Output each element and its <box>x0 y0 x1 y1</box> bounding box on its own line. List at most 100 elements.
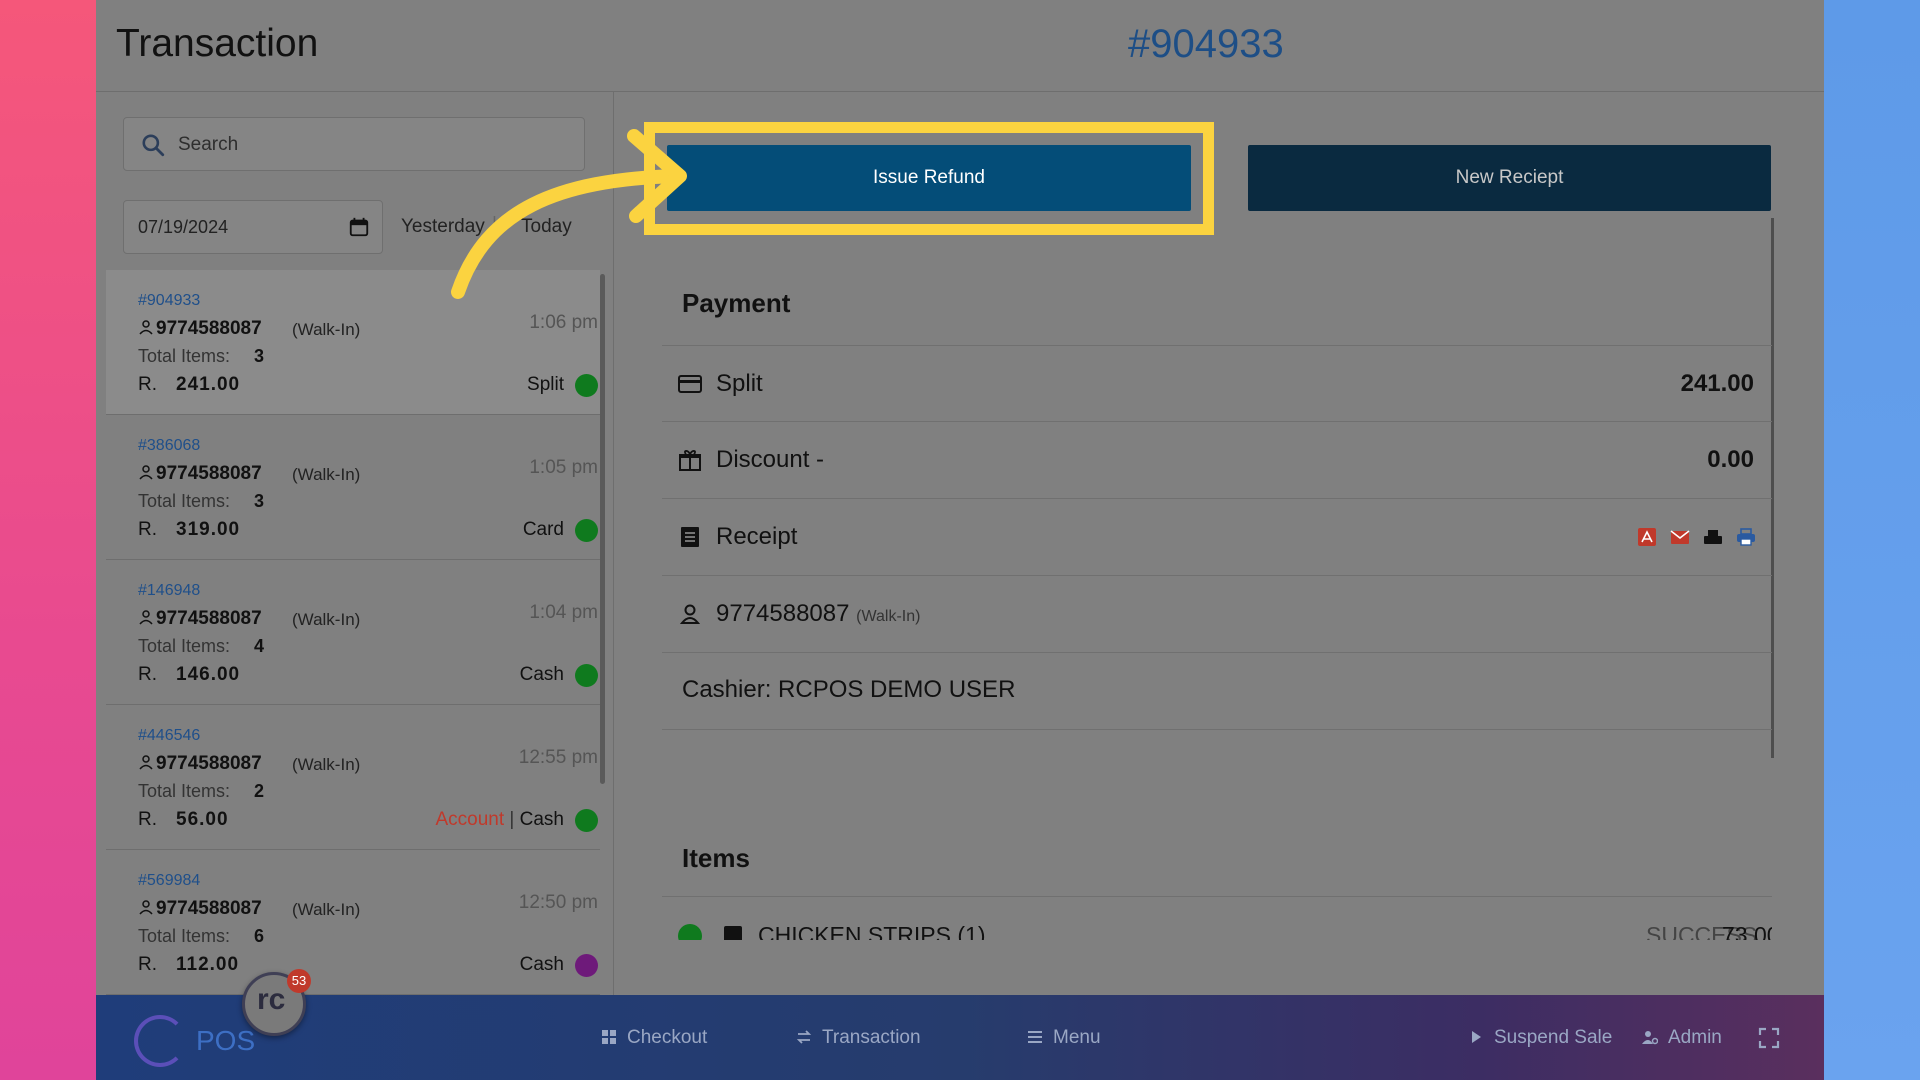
status-dot <box>575 954 598 977</box>
customer-phone: 9774588087 <box>138 608 262 630</box>
total-items-label: Total Items: <box>138 926 231 946</box>
customer-phone: 9774588087 <box>138 318 262 340</box>
split-label: Split <box>716 370 763 397</box>
search-input[interactable] <box>178 130 558 160</box>
calendar-icon[interactable] <box>348 216 370 238</box>
nav-checkout[interactable]: Checkout <box>601 1027 707 1049</box>
transaction-time: 1:05 pm <box>529 457 598 478</box>
transaction-item[interactable]: #146948 9774588087 (Walk-In) 1:04 pm Tot… <box>106 560 600 705</box>
payment-method: Cash <box>519 664 564 685</box>
transaction-item[interactable]: #446546 9774588087 (Walk-In) 12:55 pm To… <box>106 705 600 850</box>
transaction-time: 12:55 pm <box>518 747 598 768</box>
chat-widget-button[interactable]: rc 53 <box>242 969 311 1036</box>
fullscreen-icon[interactable] <box>1758 1027 1780 1049</box>
person-icon <box>139 755 153 770</box>
split-row: Split 241.00 <box>662 345 1772 422</box>
date-divider: | <box>492 214 497 235</box>
transaction-item[interactable]: #569984 9774588087 (Walk-In) 12:50 pm To… <box>106 850 600 995</box>
payment-method: Split <box>527 374 564 395</box>
list-scrollbar[interactable] <box>600 274 605 784</box>
logo-ring <box>134 1015 186 1067</box>
divider <box>662 729 1772 730</box>
discount-row: Discount - 0.00 <box>662 422 1772 499</box>
person-icon <box>139 610 153 625</box>
transaction-time: 1:06 pm <box>529 312 598 333</box>
discount-value: 0.00 <box>1707 446 1754 473</box>
account-label: Account <box>435 809 505 830</box>
transaction-id[interactable]: #569984 <box>138 872 200 890</box>
pos-app: Transaction #904933 07/19/2024 Yesterday… <box>96 0 1824 1080</box>
total-items-count: 6 <box>254 926 265 946</box>
nav-admin[interactable]: Admin <box>1642 1027 1722 1049</box>
customer-phone-text: 9774588087 <box>156 463 262 484</box>
person-icon <box>139 900 153 915</box>
nav-transaction[interactable]: Transaction <box>796 1027 921 1049</box>
total-items-label: Total Items: <box>138 491 231 511</box>
print-icon[interactable] <box>1736 527 1756 547</box>
method-label: Cash <box>519 809 564 830</box>
status-dot <box>575 374 598 397</box>
divider <box>662 896 1772 897</box>
gift-icon <box>679 450 701 471</box>
customer-phone-text: 9774588087 <box>156 753 262 774</box>
yesterday-link[interactable]: Yesterday <box>401 216 485 238</box>
customer-type: (Walk-In) <box>292 900 361 919</box>
issue-refund-button[interactable]: Issue Refund <box>667 145 1191 211</box>
user-gear-icon <box>1642 1031 1658 1045</box>
customer-phone-text: 9774588087 <box>156 318 262 339</box>
search-box[interactable] <box>123 117 585 171</box>
customer-type: (Walk-In) <box>292 320 361 339</box>
new-receipt-button[interactable]: New Reciept <box>1248 145 1771 211</box>
total-items-count: 4 <box>254 636 265 656</box>
customer-row: 9774588087 (Walk-In) <box>662 576 1772 653</box>
date-picker[interactable]: 07/19/2024 <box>123 200 383 254</box>
background-right <box>1824 0 1920 1080</box>
transaction-list: #904933 9774588087 (Walk-In) 1:06 pm Tot… <box>106 270 600 995</box>
item-category-icon <box>724 926 742 940</box>
nav-suspend-sale[interactable]: Suspend Sale <box>1468 1027 1612 1049</box>
nav-transaction-label: Transaction <box>822 1027 921 1048</box>
customer-type: (Walk-In) <box>292 755 361 774</box>
cashier-name: Cashier: RCPOS DEMO USER <box>682 676 1016 703</box>
transaction-amount: 146.00 <box>176 664 241 685</box>
receipt-actions <box>1637 527 1756 547</box>
currency: R. <box>138 809 157 830</box>
menu-icon <box>1028 1031 1042 1043</box>
item-row[interactable]: CHICKEN STRIPS (1) SUCCESS 73.00 <box>662 918 1772 940</box>
transaction-item[interactable]: #904933 9774588087 (Walk-In) 1:06 pm Tot… <box>106 270 600 415</box>
today-link[interactable]: Today <box>521 216 572 238</box>
nav-menu[interactable]: Menu <box>1027 1027 1101 1049</box>
email-icon[interactable] <box>1670 527 1690 547</box>
transaction-amount: 319.00 <box>176 519 241 540</box>
transaction-id[interactable]: #386068 <box>138 437 200 455</box>
item-name: CHICKEN STRIPS (1) <box>758 922 986 940</box>
pdf-icon[interactable] <box>1637 527 1657 547</box>
split-value: 241.00 <box>1680 370 1754 397</box>
currency: R. <box>138 664 157 685</box>
date-value: 07/19/2024 <box>138 217 229 237</box>
grid-icon <box>602 1030 616 1044</box>
transaction-id[interactable]: #146948 <box>138 582 200 600</box>
currency: R. <box>138 374 157 395</box>
transaction-id[interactable]: #446546 <box>138 727 200 745</box>
transaction-id[interactable]: #904933 <box>138 292 200 310</box>
thermal-print-icon[interactable] <box>1703 527 1723 547</box>
footer-nav: POS Checkout Transaction Menu Suspend Sa… <box>96 995 1824 1080</box>
payment-method: Card <box>522 519 564 540</box>
person-icon <box>139 465 153 480</box>
transaction-item[interactable]: #386068 9774588087 (Walk-In) 1:05 pm Tot… <box>106 415 600 560</box>
customer-type: (Walk-In) <box>292 610 361 629</box>
status-dot <box>575 519 598 542</box>
logo-text: POS <box>196 1025 256 1056</box>
search-icon <box>142 134 165 157</box>
discount-label: Discount - <box>716 446 825 473</box>
customer-type-value: (Walk-In) <box>856 608 921 625</box>
transaction-time: 1:04 pm <box>529 602 598 623</box>
customer-phone: 9774588087 <box>138 898 262 920</box>
transaction-number: #904933 <box>1128 22 1284 66</box>
nav-menu-label: Menu <box>1053 1027 1101 1048</box>
item-status-dot <box>678 924 702 940</box>
nav-suspend-sale-label: Suspend Sale <box>1494 1027 1613 1048</box>
transaction-amount: 56.00 <box>176 809 229 830</box>
notification-badge: 53 <box>287 969 311 993</box>
